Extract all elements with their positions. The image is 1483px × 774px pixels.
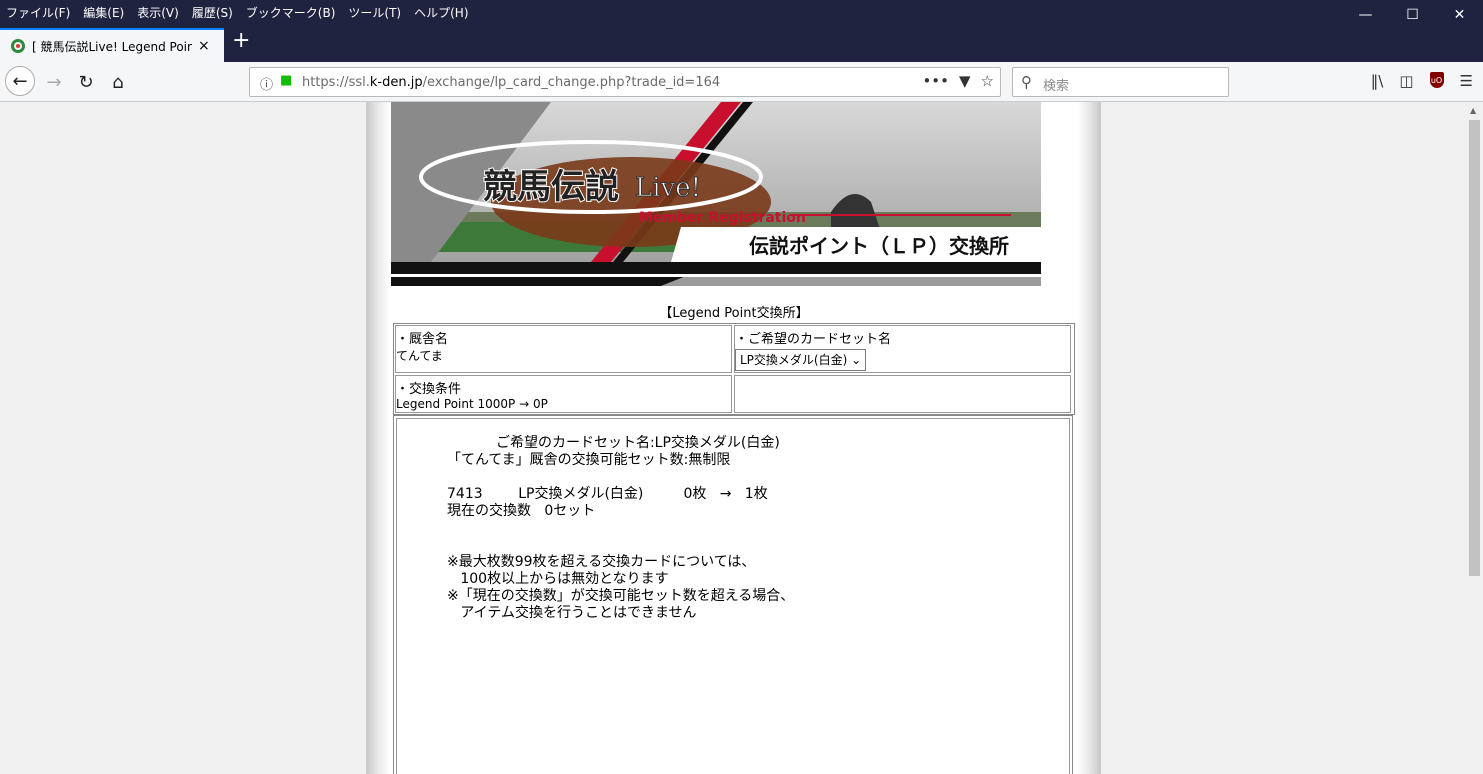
message-line: 100枚以上からは無効となります: [447, 571, 669, 587]
banner-logo: 競馬伝説: [483, 167, 619, 207]
condition-value: Legend Point 1000P → 0P: [396, 397, 548, 411]
url-path: /exchange/lp_card_change.php?trade_id=16…: [422, 75, 721, 90]
stable-cell: ・厩舎名 てんてま: [395, 325, 732, 373]
home-icon[interactable]: ⌂: [104, 68, 132, 96]
menu-help[interactable]: ヘルプ(H): [414, 4, 468, 21]
message-line: 「てんてま」厩舎の交換可能セット数:無制限: [447, 452, 731, 468]
back-icon[interactable]: ←: [5, 66, 35, 96]
message-line: 現在の交換数 0セット: [447, 503, 596, 519]
condition-empty-cell: [734, 375, 1071, 413]
ublock-icon[interactable]: uO: [1429, 72, 1444, 88]
message-line: 7413 LP交換メダル(白金) 0枚 → 1枚: [447, 486, 768, 502]
banner-art: 競馬伝説 Live! Member Registration 伝説ポイント（ＬＰ…: [391, 102, 1041, 286]
tab-bar: [ 競馬伝説Live! Legend Point交換 ×: [0, 24, 1483, 62]
url-text[interactable]: https://ssl.k-den.jp/exchange/lp_card_ch…: [302, 75, 720, 90]
menu-file[interactable]: ファイル(F): [6, 4, 70, 21]
nav-bar: ← → ↻ ⌂ ⓘ ■ https://ssl.k-den.jp/exchang…: [0, 62, 1483, 102]
info-icon[interactable]: ⓘ: [260, 74, 273, 93]
scrollbar-thumb[interactable]: [1469, 120, 1480, 576]
hamburger-menu-icon[interactable]: ☰: [1460, 72, 1473, 90]
tab-close-icon[interactable]: ×: [198, 38, 210, 54]
menu-view[interactable]: 表示(V): [137, 4, 179, 21]
page-viewport: 競馬伝説 Live! Member Registration 伝説ポイント（ＬＰ…: [0, 102, 1466, 774]
search-placeholder: 検索: [1043, 79, 1070, 94]
header-banner: 競馬伝説 Live! Member Registration 伝説ポイント（ＬＰ…: [391, 102, 1041, 286]
scroll-up-icon[interactable]: ▲: [1470, 106, 1476, 115]
search-icon: ⚲: [1021, 73, 1032, 91]
banner-live: Live!: [635, 173, 701, 203]
menu-history[interactable]: 履歴(S): [192, 4, 233, 21]
cardset-label: ・ご希望のカードセット名: [735, 332, 892, 347]
tab-active[interactable]: [ 競馬伝説Live! Legend Point交換 ×: [0, 28, 224, 62]
library-icon[interactable]: ‖\: [1371, 72, 1384, 90]
message-line: アイテム交換を行うことはできません: [447, 605, 697, 621]
stable-label: ・厩舎名: [396, 332, 449, 347]
tab-title: [ 競馬伝説Live! Legend Point交換: [32, 39, 192, 54]
favicon-icon: [11, 39, 25, 53]
message-line: ※最大枚数99枚を超える交換カードについては、: [447, 554, 756, 570]
banner-subtitle: Member Registration: [639, 210, 806, 226]
new-tab-icon[interactable]: +: [232, 30, 250, 52]
forward-icon[interactable]: →: [40, 68, 68, 96]
reload-icon[interactable]: ↻: [72, 68, 100, 96]
page-actions-icon[interactable]: •••: [922, 72, 949, 90]
menu-bookmarks[interactable]: ブックマーク(B): [246, 4, 336, 21]
page-content: 競馬伝説 Live! Member Registration 伝説ポイント（ＬＰ…: [391, 102, 1077, 774]
menu-bar: ファイル(F) 編集(E) 表示(V) 履歴(S) ブックマーク(B) ツール(…: [0, 0, 1483, 24]
exchange-message: ご希望のカードセット名:LP交換メダル(白金) 「てんてま」厩舎の交換可能セット…: [447, 435, 794, 622]
page-heading: 【Legend Point交換所】: [659, 306, 809, 321]
menu-edit[interactable]: 編集(E): [83, 4, 124, 21]
exchange-form: ・厩舎名 てんてま ・ご希望のカードセット名 LP交換メダル(白金) ⌄ ・交換…: [393, 323, 1075, 415]
pocket-icon[interactable]: ▼: [959, 72, 971, 90]
stable-value: てんてま: [396, 349, 443, 363]
condition-cell: ・交換条件 Legend Point 1000P → 0P: [395, 375, 732, 413]
lock-icon[interactable]: ■: [280, 73, 292, 88]
cardset-select[interactable]: LP交換メダル(白金) ⌄: [735, 349, 867, 371]
banner-title: 伝説ポイント（ＬＰ）交換所: [749, 234, 1009, 258]
message-line: ※「現在の交換数」が交換可能セット数を超える場合、: [447, 588, 795, 604]
bookmark-star-icon[interactable]: ☆: [981, 72, 994, 90]
condition-label: ・交換条件: [396, 382, 462, 397]
sidebar-icon[interactable]: ◫: [1399, 72, 1413, 90]
cardset-selected: LP交換メダル(白金): [740, 353, 848, 367]
search-box[interactable]: ⚲ 検索: [1012, 67, 1229, 97]
message-line: ご希望のカードセット名:LP交換メダル(白金): [447, 435, 780, 451]
page-scrollbar[interactable]: ▲: [1466, 102, 1483, 774]
cardset-cell: ・ご希望のカードセット名 LP交換メダル(白金) ⌄: [734, 325, 1071, 373]
url-domain: k-den.jp: [369, 75, 423, 90]
chevron-down-icon: ⌄: [851, 353, 862, 367]
exchange-message-box: ご希望のカードセット名:LP交換メダル(白金) 「てんてま」厩舎の交換可能セット…: [393, 415, 1073, 774]
menu-tools[interactable]: ツール(T): [348, 4, 401, 21]
url-prefix: https://ssl.: [302, 75, 370, 90]
url-bar[interactable]: ⓘ ■ https://ssl.k-den.jp/exchange/lp_car…: [249, 67, 1001, 97]
